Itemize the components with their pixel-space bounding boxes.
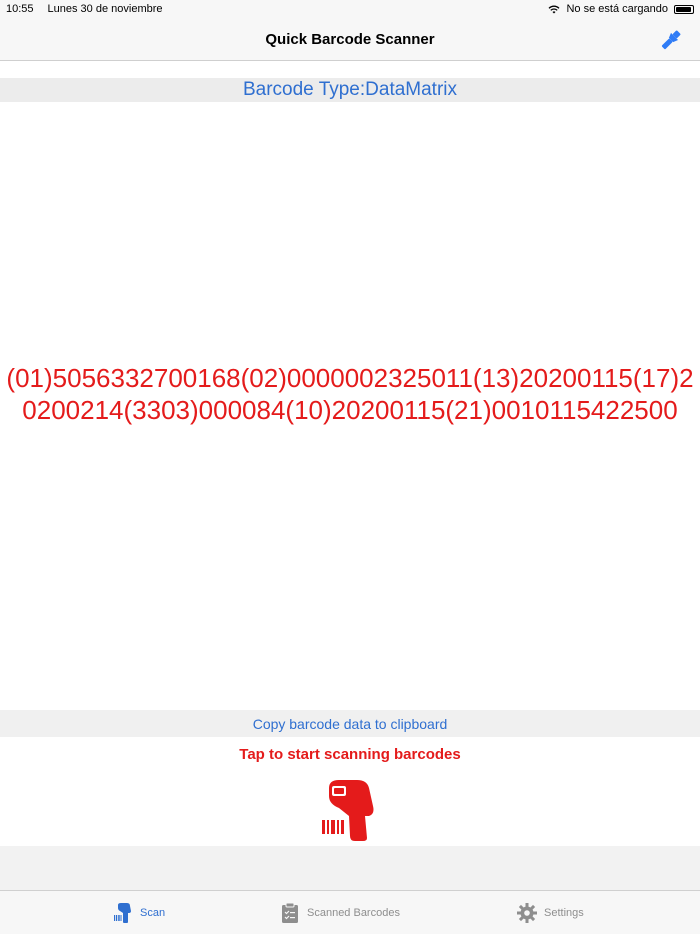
nav-bar: Quick Barcode Scanner <box>0 18 700 61</box>
scanner-icon[interactable] <box>317 778 383 842</box>
app-screen: 10:55 Lunes 30 de noviembre No se está c… <box>0 0 700 934</box>
charging-status: No se está cargando <box>566 3 668 15</box>
barcode-type-label: Barcode Type:DataMatrix <box>0 78 700 102</box>
barcode-data-text: (01)5056332700168(02)0000002325011(13)20… <box>6 363 694 425</box>
tab-scanned-barcodes[interactable]: Scanned Barcodes <box>279 902 400 924</box>
bottom-spacer <box>0 846 700 890</box>
copy-to-clipboard-button[interactable]: Copy barcode data to clipboard <box>0 710 700 737</box>
flashlight-icon[interactable] <box>658 27 684 53</box>
tab-scanned-barcodes-label: Scanned Barcodes <box>307 907 400 919</box>
tab-settings[interactable]: Settings <box>516 902 584 924</box>
nav-title: Quick Barcode Scanner <box>265 30 435 48</box>
scanner-icon <box>114 903 131 923</box>
battery-icon <box>674 4 694 14</box>
scan-hint-button[interactable]: Tap to start scanning barcodes <box>0 746 700 763</box>
tab-bar: Scan Scanned Barcodes Settings <box>0 890 700 934</box>
tab-scan-label: Scan <box>140 907 166 919</box>
clipboard-icon <box>282 902 298 923</box>
wifi-icon <box>549 5 560 13</box>
status-bar: 10:55 Lunes 30 de noviembre No se está c… <box>0 0 700 18</box>
status-time: 10:55 <box>6 3 34 15</box>
status-date: Lunes 30 de noviembre <box>47 3 163 15</box>
tab-settings-label: Settings <box>544 907 584 919</box>
tab-scan[interactable]: Scan <box>112 902 165 924</box>
gear-icon <box>517 903 537 923</box>
